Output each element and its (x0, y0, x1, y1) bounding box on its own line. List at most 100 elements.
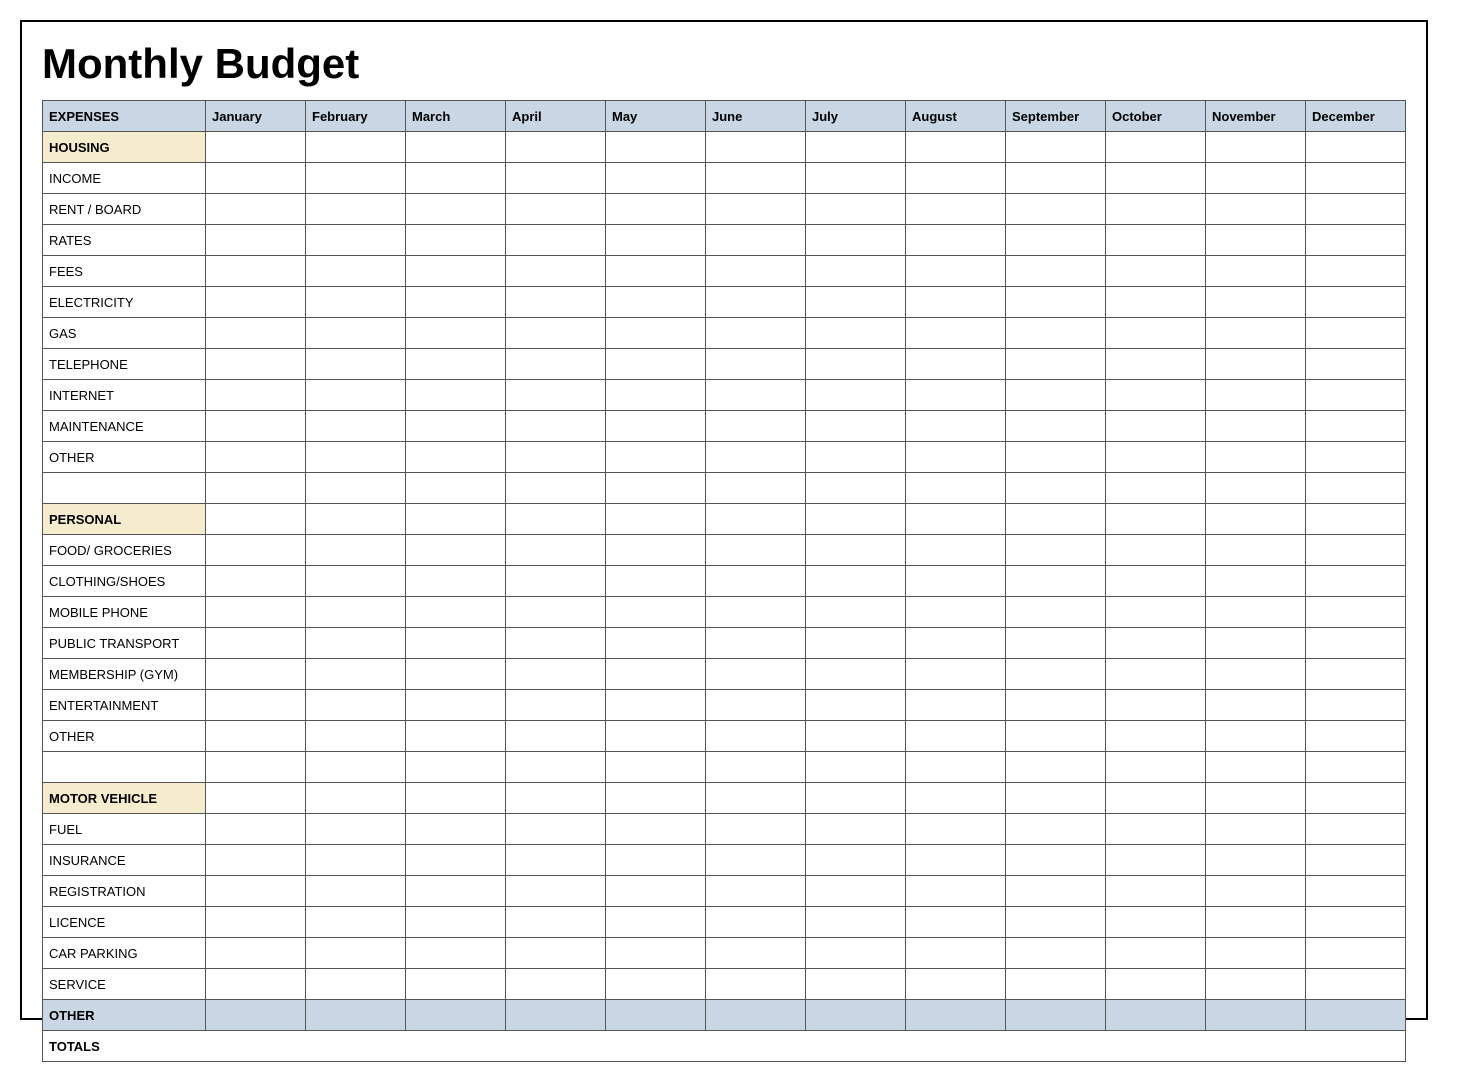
cell[interactable] (706, 969, 806, 1000)
cell[interactable] (306, 132, 406, 163)
cell[interactable] (1206, 876, 1306, 907)
cell[interactable] (406, 473, 506, 504)
cell[interactable] (506, 876, 606, 907)
cell[interactable] (906, 132, 1006, 163)
cell[interactable] (806, 690, 906, 721)
cell[interactable] (606, 380, 706, 411)
cell[interactable] (706, 659, 806, 690)
cell[interactable] (606, 256, 706, 287)
cell[interactable] (906, 969, 1006, 1000)
cell[interactable] (806, 256, 906, 287)
cell[interactable] (806, 783, 906, 814)
cell[interactable] (706, 752, 806, 783)
cell[interactable] (906, 597, 1006, 628)
cell[interactable] (806, 566, 906, 597)
cell[interactable] (906, 287, 1006, 318)
cell[interactable] (806, 194, 906, 225)
cell[interactable] (206, 318, 306, 349)
cell[interactable] (1306, 969, 1406, 1000)
cell[interactable] (1206, 814, 1306, 845)
cell[interactable] (1206, 845, 1306, 876)
cell[interactable] (206, 349, 306, 380)
cell[interactable] (1106, 690, 1206, 721)
cell[interactable] (506, 938, 606, 969)
cell[interactable] (606, 225, 706, 256)
cell[interactable] (206, 938, 306, 969)
cell[interactable] (706, 597, 806, 628)
cell[interactable] (1206, 194, 1306, 225)
cell[interactable] (706, 132, 806, 163)
cell[interactable] (906, 473, 1006, 504)
cell[interactable] (506, 597, 606, 628)
cell[interactable] (1106, 876, 1206, 907)
cell[interactable] (1206, 380, 1306, 411)
cell[interactable] (606, 721, 706, 752)
cell[interactable] (1206, 566, 1306, 597)
cell[interactable] (1106, 163, 1206, 194)
cell[interactable] (906, 690, 1006, 721)
cell[interactable] (1306, 721, 1406, 752)
cell[interactable] (506, 1000, 606, 1031)
cell[interactable] (206, 287, 306, 318)
cell[interactable] (906, 256, 1006, 287)
cell[interactable] (606, 566, 706, 597)
cell[interactable] (406, 349, 506, 380)
cell[interactable] (806, 659, 906, 690)
cell[interactable] (906, 845, 1006, 876)
cell[interactable] (1306, 628, 1406, 659)
cell[interactable] (706, 411, 806, 442)
cell[interactable] (1306, 256, 1406, 287)
cell[interactable] (806, 814, 906, 845)
cell[interactable] (906, 194, 1006, 225)
cell[interactable] (606, 783, 706, 814)
cell[interactable] (406, 380, 506, 411)
cell[interactable] (1006, 628, 1106, 659)
cell[interactable] (1006, 659, 1106, 690)
cell[interactable] (206, 628, 306, 659)
cell[interactable] (506, 442, 606, 473)
cell[interactable] (1206, 783, 1306, 814)
cell[interactable] (306, 721, 406, 752)
cell[interactable] (1106, 597, 1206, 628)
cell[interactable] (1306, 194, 1406, 225)
cell[interactable] (606, 659, 706, 690)
cell[interactable] (706, 256, 806, 287)
cell[interactable] (506, 380, 606, 411)
cell[interactable] (206, 783, 306, 814)
cell[interactable] (406, 969, 506, 1000)
cell[interactable] (806, 535, 906, 566)
cell[interactable] (1306, 752, 1406, 783)
cell[interactable] (606, 907, 706, 938)
cell[interactable] (206, 535, 306, 566)
cell[interactable] (706, 721, 806, 752)
cell[interactable] (206, 473, 306, 504)
cell[interactable] (306, 442, 406, 473)
cell[interactable] (806, 318, 906, 349)
cell[interactable] (1006, 132, 1106, 163)
cell[interactable] (1006, 969, 1106, 1000)
cell[interactable] (1006, 721, 1106, 752)
cell[interactable] (306, 907, 406, 938)
cell[interactable] (1306, 380, 1406, 411)
cell[interactable] (306, 473, 406, 504)
cell[interactable] (906, 783, 1006, 814)
cell[interactable] (806, 628, 906, 659)
cell[interactable] (706, 783, 806, 814)
cell[interactable] (406, 1000, 506, 1031)
cell[interactable] (306, 318, 406, 349)
cell[interactable] (706, 628, 806, 659)
cell[interactable] (1106, 504, 1206, 535)
cell[interactable] (706, 907, 806, 938)
cell[interactable] (1206, 442, 1306, 473)
cell[interactable] (206, 814, 306, 845)
cell[interactable] (906, 814, 1006, 845)
cell[interactable] (506, 628, 606, 659)
cell[interactable] (1206, 411, 1306, 442)
cell[interactable] (806, 411, 906, 442)
cell[interactable] (506, 752, 606, 783)
cell[interactable] (1206, 690, 1306, 721)
cell[interactable] (706, 287, 806, 318)
cell[interactable] (706, 225, 806, 256)
cell[interactable] (1006, 442, 1106, 473)
cell[interactable] (206, 132, 306, 163)
